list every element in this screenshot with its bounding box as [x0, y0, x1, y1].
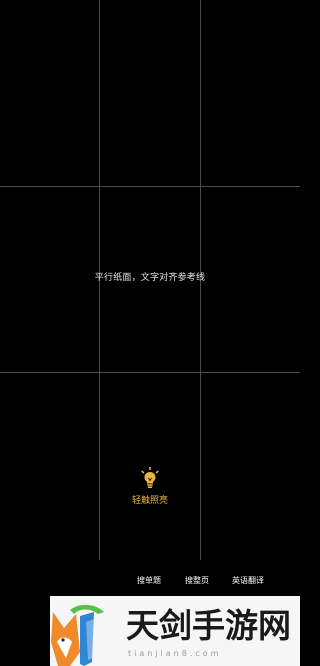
- mode-english-translate[interactable]: 英语翻译: [232, 575, 264, 586]
- watermark-url: tianjian8.com: [128, 649, 222, 658]
- flashlight-toggle[interactable]: 轻触照亮: [127, 467, 173, 506]
- alignment-guide-text: 平行纸面，文字对齐参考线: [94, 273, 206, 283]
- flashlight-label: 轻触照亮: [131, 496, 168, 506]
- fox-logo-icon: [51, 604, 104, 666]
- watermark-title: 天剑手游网: [126, 606, 291, 645]
- mode-search-whole-page[interactable]: 搜整页: [185, 575, 209, 586]
- lightbulb-icon: [141, 467, 159, 488]
- search-mode-bar: 搜单题 搜整页 英语翻译: [0, 575, 300, 591]
- mode-search-single-question[interactable]: 搜单题: [137, 575, 161, 586]
- camera-viewfinder[interactable]: 平行纸面，文字对齐参考线 轻触照亮 搜单题 搜整页 英语翻译 天剑手游网 tia…: [0, 0, 300, 666]
- grid-line-horizontal-top: [0, 186, 300, 187]
- grid-line-horizontal-bottom: [0, 372, 300, 373]
